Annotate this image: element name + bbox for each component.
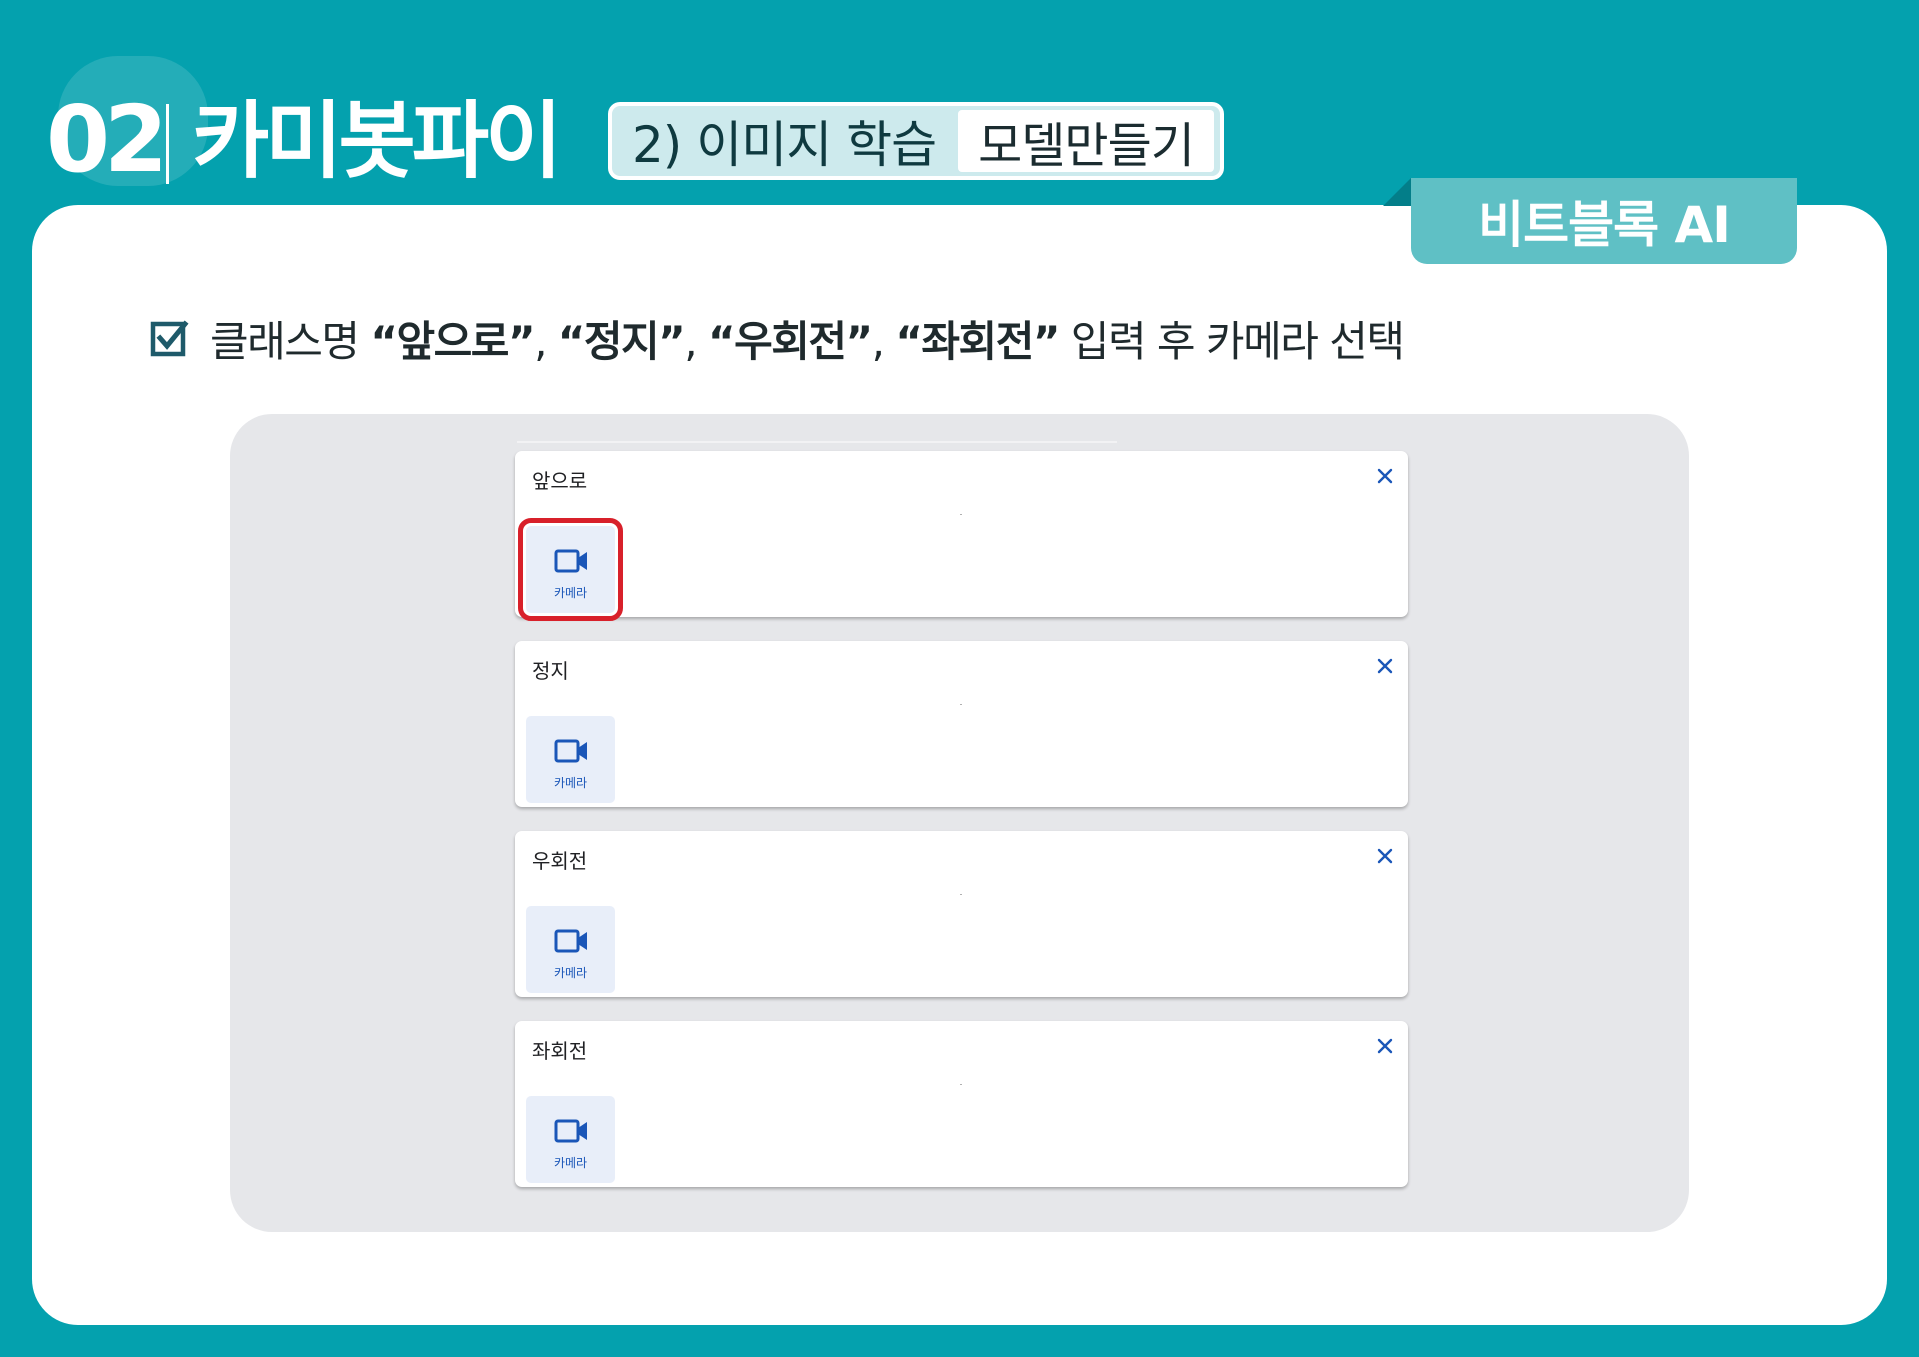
camera-icon xyxy=(554,1119,587,1143)
divider-dot xyxy=(960,704,962,705)
section-subtitle-tag: 모델만들기 xyxy=(958,110,1214,174)
instruction-text: 클래스명 “앞으로”, “정지”, “우회전”, “좌회전” 입력 후 카메라 … xyxy=(210,317,1405,366)
tab-fold-decoration xyxy=(1383,178,1411,206)
section-subtitle: 2) 이미지 학습 xyxy=(632,116,937,174)
camera-icon xyxy=(554,549,587,573)
camera-button[interactable]: 카메라 xyxy=(526,1096,615,1183)
chapter-title: 카미봇파이 xyxy=(192,92,562,190)
close-icon[interactable] xyxy=(1374,655,1396,677)
checkbox-checked-icon xyxy=(150,319,189,356)
camera-icon xyxy=(554,739,587,763)
camera-button[interactable]: 카메라 xyxy=(526,716,615,803)
camera-icon xyxy=(554,929,587,953)
chapter-number: 02 xyxy=(46,86,168,193)
close-icon[interactable] xyxy=(1374,845,1396,867)
class-card: 앞으로 카메라 xyxy=(515,451,1408,621)
brand-tab: 비트블록 AI xyxy=(1411,178,1797,264)
class-name-label: 정지 xyxy=(532,659,569,683)
class-name-label: 우회전 xyxy=(532,849,588,873)
class-card: 정지 카메라 xyxy=(515,641,1408,807)
class-card: 우회전 카메라 xyxy=(515,831,1408,997)
camera-button[interactable]: 카메라 xyxy=(526,906,615,993)
close-icon[interactable] xyxy=(1374,465,1396,487)
section-subtitle-pill: 2) 이미지 학습 모델만들기 xyxy=(608,102,1224,180)
class-name-label: 좌회전 xyxy=(532,1039,588,1063)
divider-dot xyxy=(960,894,962,895)
class-card: 좌회전 카메라 xyxy=(515,1021,1408,1187)
camera-label: 카메라 xyxy=(553,586,588,600)
chapter-divider xyxy=(166,104,169,184)
divider-dot xyxy=(960,1084,962,1085)
close-icon[interactable] xyxy=(1374,1035,1396,1057)
camera-label: 카메라 xyxy=(553,776,588,790)
divider-dot xyxy=(960,514,962,515)
class-name-label: 앞으로 xyxy=(532,469,588,493)
camera-button[interactable]: 카메라 xyxy=(518,518,623,621)
camera-label: 카메라 xyxy=(553,1156,588,1170)
camera-label: 카메라 xyxy=(553,966,588,980)
screenshot-frame: 앞으로 카메라 정지 카메라 우회전 카메라 좌회전 카메라 xyxy=(230,414,1689,1232)
frame-divider xyxy=(517,441,1117,443)
instruction-line: 클래스명 “앞으로”, “정지”, “우회전”, “좌회전” 입력 후 카메라 … xyxy=(150,308,1405,369)
